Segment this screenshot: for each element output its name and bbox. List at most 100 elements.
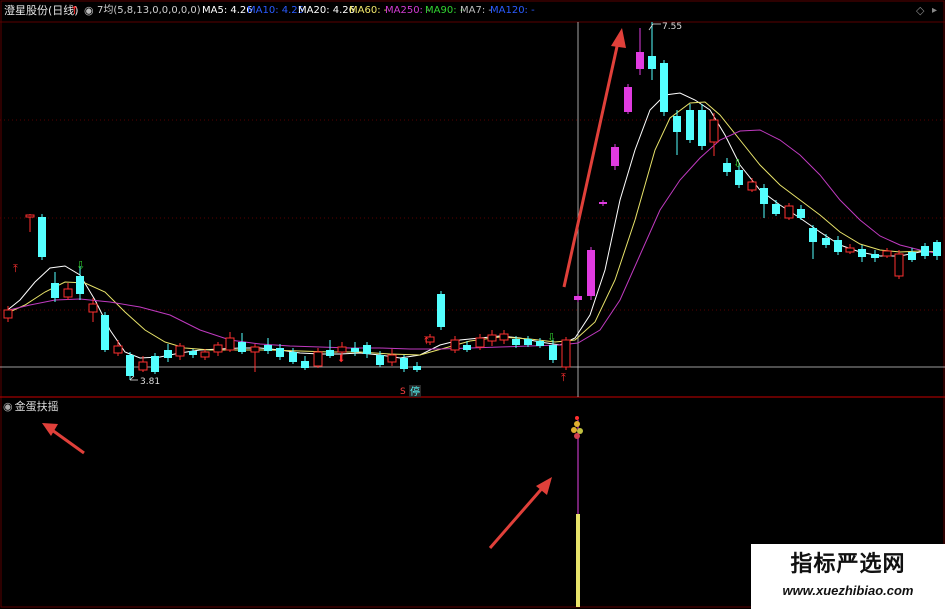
candle-body xyxy=(624,87,632,112)
candle-body xyxy=(363,345,371,354)
candle-body xyxy=(648,56,656,69)
candle-body xyxy=(673,116,681,132)
candle-body xyxy=(25,214,35,218)
watermark-text: 指标严选网 xyxy=(790,552,906,577)
candle-body xyxy=(138,361,148,371)
ma-value: MA5: 4.26 xyxy=(202,5,253,16)
candle-body xyxy=(126,355,134,376)
candle-body xyxy=(599,202,607,204)
low-price-label: 3.81 xyxy=(140,377,160,387)
candle-body xyxy=(151,356,159,372)
candle-body xyxy=(933,242,941,256)
candle-body xyxy=(113,345,123,354)
buy-signal-icon: ⤒ xyxy=(561,371,566,384)
candle-body xyxy=(611,147,619,166)
candle-body xyxy=(63,288,73,298)
candle-body xyxy=(536,341,544,346)
buy-signal-icon: ⤒ xyxy=(13,262,18,275)
candlesticks xyxy=(3,22,941,380)
sell-signal-icon: ⇩ xyxy=(733,157,742,170)
candle-body xyxy=(845,247,855,253)
candle-body xyxy=(698,110,706,146)
settings-icon[interactable]: ◉ xyxy=(84,0,94,22)
candle-body xyxy=(51,283,59,298)
candle-body xyxy=(475,337,485,348)
sell-signal-icon: ⇩ xyxy=(547,331,556,344)
ma-value: MA7: - xyxy=(460,5,492,16)
candle-body xyxy=(400,358,408,369)
ma-line-purple xyxy=(4,129,941,350)
candle-body xyxy=(225,337,235,351)
candle-body xyxy=(413,366,421,370)
candle-body xyxy=(524,339,532,345)
candle-body xyxy=(164,350,172,358)
candle-body xyxy=(450,339,460,351)
candle-body xyxy=(784,205,794,219)
candle-body xyxy=(301,361,309,368)
candle-body xyxy=(797,209,805,218)
ma-value: MA20: 4.26 xyxy=(298,5,356,16)
candle-body xyxy=(175,345,185,357)
candle-body xyxy=(549,345,557,360)
diamond-icon[interactable]: ◇ xyxy=(916,0,924,22)
candle-body xyxy=(882,250,892,257)
candle-body xyxy=(276,348,284,357)
candle-body xyxy=(76,276,84,294)
candle-body xyxy=(289,352,297,362)
candle-body xyxy=(735,170,743,185)
ma-value: MA90: - xyxy=(425,5,464,16)
candle-body xyxy=(351,348,359,352)
stock-name[interactable]: 澄星股份(日线) xyxy=(4,0,79,22)
candle-body xyxy=(760,188,768,204)
suspend-label: 停 xyxy=(410,385,420,398)
candle-body xyxy=(264,345,272,351)
candle-body xyxy=(487,334,497,342)
candle-body xyxy=(834,240,842,252)
candle-body xyxy=(200,351,210,358)
candle-body xyxy=(894,253,904,277)
candle-body xyxy=(250,346,260,353)
candle-body xyxy=(238,342,246,352)
ma-config-label[interactable]: 7均(5,8,13,0,0,0,0,0) xyxy=(97,0,201,22)
chart-grid xyxy=(0,0,945,608)
candle-body xyxy=(101,315,109,350)
candle-body xyxy=(587,250,595,296)
price-labels: 7.55 3.81 S 停 xyxy=(129,22,682,398)
candle-body xyxy=(376,355,384,365)
candle-body xyxy=(437,294,445,327)
indicator-settings-icon[interactable]: ◉ xyxy=(3,400,13,413)
candle-body xyxy=(213,344,223,353)
s-marker-label: S xyxy=(400,387,406,397)
candle-body xyxy=(723,163,731,172)
watermark-url: www.xuezhibiao.com xyxy=(782,583,914,598)
candle-body xyxy=(463,345,471,350)
candle-body xyxy=(88,303,98,313)
indicator-name: 金蛋扶摇 xyxy=(14,400,59,413)
candle-body xyxy=(921,246,929,256)
candle-body xyxy=(512,339,520,345)
ma-line-yellow xyxy=(4,101,941,356)
high-price-label: 7.55 xyxy=(662,22,682,32)
candle-body xyxy=(337,346,347,353)
indicator-title[interactable]: ◉ 金蛋扶摇 xyxy=(3,400,59,414)
price-chart: ⤒ ⇩ ⤒ ⇩ ⤒ ⬇ ⇩ 7.55 3.81 S 停 xyxy=(0,0,945,608)
up-arrow-icon: ↑ xyxy=(70,4,80,17)
ma-line-white xyxy=(4,92,940,359)
candle-body xyxy=(561,339,571,368)
candle-body xyxy=(709,119,719,143)
ma-value: MA10: 4.25 xyxy=(247,5,305,16)
candle-body xyxy=(686,110,694,140)
ma-value: MA250: - xyxy=(385,5,430,16)
expand-arrow-icon[interactable]: ▸ xyxy=(932,0,937,22)
candle-body xyxy=(313,351,323,367)
candle-body xyxy=(326,350,334,356)
candle-body xyxy=(387,354,397,363)
candle-body xyxy=(747,181,757,191)
candle-body xyxy=(3,309,13,319)
candle-body xyxy=(660,63,668,112)
candle-body xyxy=(38,217,46,257)
buy-signal-icon: ⤒ xyxy=(424,334,429,347)
candle-body xyxy=(574,296,582,300)
candle-body xyxy=(822,238,830,245)
indicator-bar xyxy=(571,416,583,607)
